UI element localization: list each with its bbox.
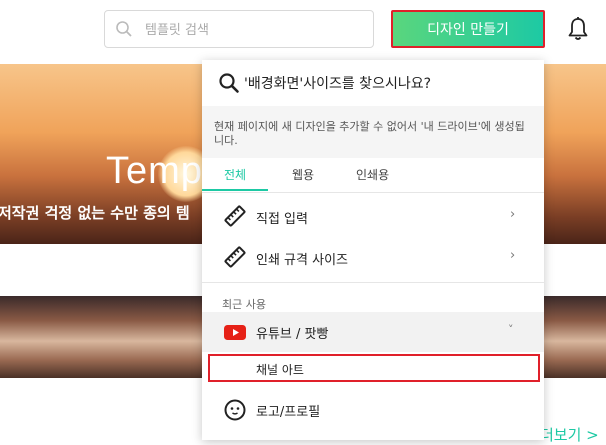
youtube-icon	[224, 325, 246, 340]
channel-art-item[interactable]: 채널 아트	[208, 354, 540, 382]
size-suggestion-text: '배경화면'사이즈를 찾으시나요?	[244, 76, 432, 92]
ruler-icon	[224, 205, 246, 227]
top-header: 디자인 만들기	[0, 0, 606, 64]
template-search-input[interactable]	[143, 19, 367, 41]
hero-subtitle: 저작권 걱정 없는 수만 종의 템	[0, 204, 190, 222]
size-tabs: 전체 웹용 인쇄용	[202, 158, 544, 193]
more-link[interactable]: 더보기 >	[540, 424, 599, 445]
channel-art-label: 채널 아트	[256, 363, 304, 377]
recent-youtube-group[interactable]: 유튜브 / 팟빵 ˅	[202, 312, 544, 352]
search-icon	[116, 21, 132, 37]
logo-profile-label: 로고/프로필	[256, 405, 321, 420]
smiley-icon	[224, 399, 246, 421]
divider	[202, 282, 544, 283]
chevron-right-icon: ›	[510, 207, 516, 222]
search-icon	[219, 73, 239, 93]
recent-section-label: 최근 사용	[222, 298, 266, 311]
make-design-button[interactable]: 디자인 만들기	[391, 10, 545, 48]
drive-notice: 현재 페이지에 새 디자인을 추가할 수 없어서 '내 드라이브'에 생성됩니다…	[202, 106, 544, 158]
print-size-item[interactable]: 인쇄 규격 사이즈 ›	[202, 237, 544, 277]
logo-profile-item[interactable]: 로고/프로필	[202, 390, 544, 430]
tab-web[interactable]: 웹용	[292, 166, 314, 183]
chevron-right-icon: ›	[510, 248, 516, 263]
tab-all[interactable]: 전체	[224, 166, 246, 183]
custom-size-label: 직접 입력	[256, 212, 308, 227]
ruler-icon	[224, 246, 246, 268]
hero-title: Temp	[106, 150, 203, 192]
template-search-box[interactable]	[104, 10, 374, 48]
custom-size-item[interactable]: 직접 입력 ›	[202, 196, 544, 236]
active-tab-indicator	[202, 189, 268, 191]
print-size-label: 인쇄 규격 사이즈	[256, 253, 348, 268]
create-design-dropdown: '배경화면'사이즈를 찾으시나요? 현재 페이지에 새 디자인을 추가할 수 없…	[202, 60, 544, 440]
chevron-down-icon: ˅	[508, 323, 514, 336]
size-suggestion-row[interactable]: '배경화면'사이즈를 찾으시나요?	[202, 60, 544, 104]
tab-print[interactable]: 인쇄용	[356, 166, 389, 183]
bell-icon[interactable]	[566, 16, 590, 42]
youtube-group-label: 유튜브 / 팟빵	[256, 327, 329, 342]
